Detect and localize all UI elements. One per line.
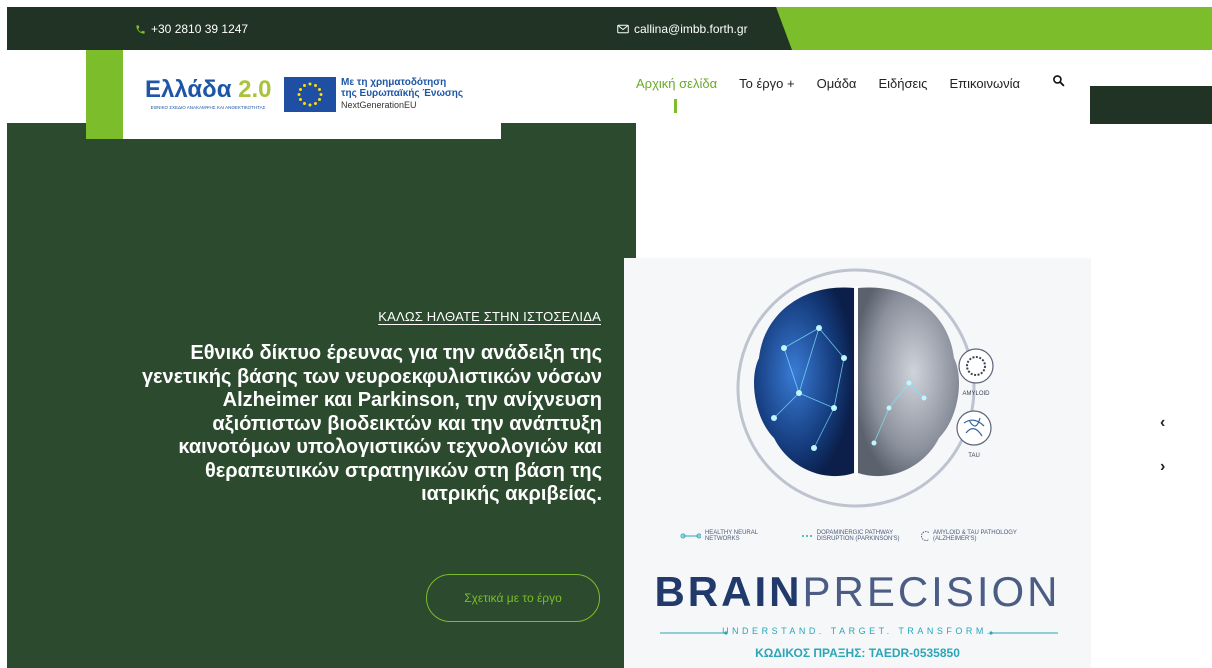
nav-item-news[interactable]: Ειδήσεις <box>878 76 927 91</box>
header-right-strip <box>1090 86 1212 124</box>
phone-icon <box>136 24 145 34</box>
legend-healthy-text: HEALTHY NEURAL NETWORKS <box>704 530 758 542</box>
legend-amyloid-tau: AMYLOID & TAU PATHOLOGY (ALZHEIMER'S) <box>920 530 1030 542</box>
headline-alzheimer: Alzheimer <box>222 389 319 411</box>
legend-amyloid-tau-text: AMYLOID & TAU PATHOLOGY (ALZHEIMER'S) <box>933 530 1017 542</box>
amyloid-label: AMYLOID <box>962 391 990 397</box>
legend-dopaminergic: DOPAMINERGIC PATHWAY DISRUPTION (PARKINS… <box>800 530 910 542</box>
page-frame-left <box>0 0 7 668</box>
logo-accent-bar <box>86 50 123 139</box>
headline-and: και <box>318 389 358 411</box>
brainprecision-poster: AMYLOID TAU HEALTHY NEURAL NETWORKS DOPA… <box>624 258 1091 668</box>
phone-link[interactable]: +30 2810 39 1247 <box>135 22 248 36</box>
chevron-right-icon[interactable]: › <box>1160 458 1165 476</box>
nav-active-indicator <box>674 99 677 113</box>
hero-headline: Εθνικό δίκτυο έρευνας για την ανάδειξη τ… <box>135 342 602 507</box>
email-address: callina@imbb.forth.gr <box>634 22 748 36</box>
brand-precision: PRECISION <box>802 568 1061 615</box>
brainprecision-wordmark: BRAINPRECISION <box>624 568 1091 616</box>
topbar-accent <box>776 7 1212 50</box>
project-code: ΚΩΔΙΚΟΣ ΠΡΑΞΗΣ: TAEDR-0535850 <box>755 646 960 660</box>
greece-2-0-logo[interactable]: Ελλάδα 2.0 ΕΘΝΙΚΟ ΣΧΕΔΙΟ ΑΝΑΚΑΜΨΗΣ ΚΑΙ Α… <box>145 76 272 111</box>
headline-part-1: Εθνικό δίκτυο έρευνας για την ανάδειξη τ… <box>141 342 602 388</box>
poster-legend: HEALTHY NEURAL NETWORKS DOPAMINERGIC PAT… <box>680 530 1030 542</box>
eu-line-1: Με τη χρηματοδότηση <box>341 77 447 88</box>
logo-subtitle: ΕΘΝΙΚΟ ΣΧΕΔΙΟ ΑΝΑΚΑΜΨΗΣ ΚΑΙ ΑΝΘΕΚΤΙΚΟΤΗΤ… <box>150 105 266 110</box>
nav-item-project[interactable]: Το έργο + <box>739 76 794 91</box>
nav-item-team[interactable]: Ομάδα <box>817 76 857 91</box>
eu-flag-icon <box>284 77 336 112</box>
envelope-icon <box>617 24 629 34</box>
eu-line-2: της Ευρωπαϊκής Ένωσης <box>341 88 464 99</box>
top-contact-bar: +30 2810 39 1247 callina@imbb.forth.gr <box>7 7 1212 50</box>
chevron-left-icon[interactable]: ‹ <box>1160 414 1165 432</box>
legend-healthy: HEALTHY NEURAL NETWORKS <box>680 530 790 542</box>
search-icon[interactable] <box>1052 74 1065 92</box>
tau-label: TAU <box>968 453 980 459</box>
eu-program: NextGenerationEU <box>341 100 417 110</box>
brand-brain: BRAIN <box>654 568 803 615</box>
main-nav: Αρχική σελίδα Το έργο + Ομάδα Ειδήσεις Ε… <box>636 76 1042 91</box>
nav-item-home[interactable]: Αρχική σελίδα <box>636 76 717 91</box>
logo-word: Ελλάδα <box>145 76 232 103</box>
eu-funding-text: Με τη χρηματοδότηση της Ευρωπαϊκής Ένωση… <box>341 77 463 111</box>
poster-tagline: UNDERSTAND. TARGET. TRANSFORM. <box>722 626 993 636</box>
phone-number: +30 2810 39 1247 <box>151 22 249 36</box>
brain-illustration: AMYLOID TAU <box>736 268 994 508</box>
about-project-button[interactable]: Σχετικά με το έργο <box>426 574 600 622</box>
dotted-line-icon <box>802 535 813 537</box>
email-link[interactable]: callina@imbb.forth.gr <box>617 22 748 36</box>
nav-item-contact[interactable]: Επικοινωνία <box>949 76 1020 91</box>
welcome-heading: ΚΑΛΩΣ ΗΛΘΑΤΕ ΣΤΗΝ ΙΣΤΟΣΕΛΙΔΑ <box>378 309 601 324</box>
headline-parkinson: Parkinson <box>357 389 455 411</box>
legend-dopaminergic-text: DOPAMINERGIC PATHWAY DISRUPTION (PARKINS… <box>816 530 900 542</box>
protein-icon <box>921 531 930 541</box>
logo-version: 2.0 <box>238 76 272 103</box>
network-line-icon <box>680 533 701 539</box>
